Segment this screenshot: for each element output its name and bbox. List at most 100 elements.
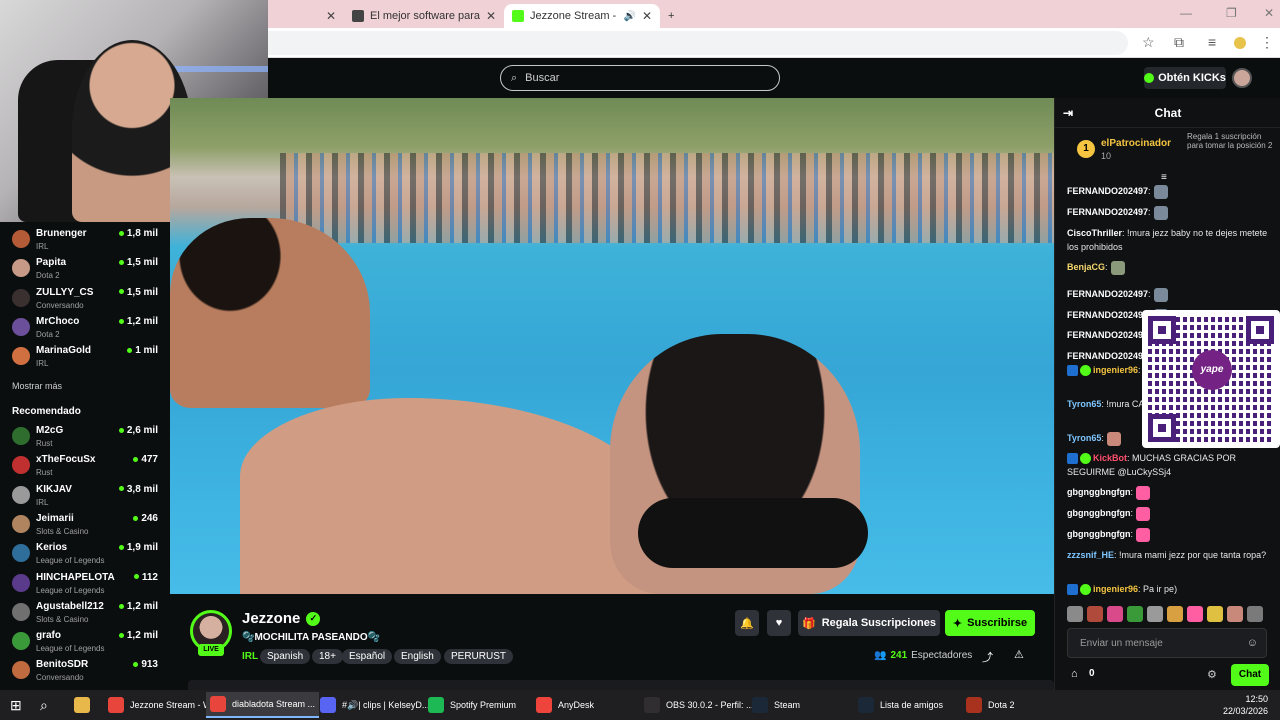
video-player[interactable] bbox=[170, 98, 1054, 594]
profile-icon[interactable] bbox=[1234, 37, 1246, 49]
send-chat-button[interactable]: Chat bbox=[1231, 664, 1269, 686]
channel-item[interactable]: BenitoSDR Conversando 913 bbox=[12, 657, 164, 686]
chat-username[interactable]: zzzsnif_HE bbox=[1067, 550, 1114, 560]
streamer-name[interactable]: Jezzone ✓ bbox=[242, 610, 321, 627]
chat-username[interactable]: FERNANDO20249 bbox=[1067, 351, 1143, 361]
collapse-chat-icon[interactable]: ⇥ bbox=[1063, 106, 1073, 120]
tag-spanish[interactable]: Spanish bbox=[260, 649, 311, 664]
extensions-icon[interactable]: ⧉ bbox=[1174, 34, 1184, 51]
channel-item[interactable]: M2cG Rust 2,6 mil bbox=[12, 423, 164, 452]
channel-item[interactable]: MrChoco Dota 2 1,2 mil bbox=[12, 314, 164, 343]
pin-toggle-icon[interactable]: ≡ bbox=[1161, 172, 1167, 183]
channel-item[interactable]: grafo League of Legends 1,2 mil bbox=[12, 628, 164, 657]
chat-username[interactable]: KickBot bbox=[1093, 453, 1127, 463]
emote-icon[interactable] bbox=[1247, 606, 1263, 622]
taskbar-app[interactable]: OBS 30.0.2 - Perfil: ... bbox=[640, 692, 758, 718]
notification-bell-button[interactable]: 🔔 bbox=[735, 610, 759, 636]
show-more-link[interactable]: Mostrar más bbox=[12, 381, 62, 391]
follow-heart-button[interactable]: ♥ bbox=[767, 610, 791, 636]
chat-username[interactable]: FERNANDO202497 bbox=[1067, 289, 1148, 299]
gift-subs-button[interactable]: 🎁 Regala Suscripciones bbox=[798, 610, 940, 636]
emote-icon[interactable] bbox=[1187, 606, 1203, 622]
taskbar-app[interactable]: AnyDesk bbox=[532, 692, 598, 718]
live-dot-icon bbox=[133, 457, 139, 463]
emoji-icon[interactable]: ☺ bbox=[1247, 637, 1258, 649]
close-tab-icon[interactable]: ✕ bbox=[486, 9, 496, 23]
taskbar-app[interactable]: #🔊| clips | KelseyD... bbox=[316, 692, 433, 718]
channel-item[interactable]: Brunenger IRL 1,8 mil bbox=[12, 226, 164, 255]
taskbar-app[interactable]: Jezzone Stream - W... bbox=[104, 692, 223, 718]
bookmark-star-icon[interactable]: ☆ bbox=[1142, 34, 1155, 51]
restore-icon[interactable]: ❐ bbox=[1226, 6, 1237, 20]
chat-username[interactable]: FERNANDO20249 bbox=[1067, 330, 1143, 340]
tag-18plus[interactable]: 18+ bbox=[312, 649, 343, 664]
channel-item[interactable]: Papita Dota 2 1,5 mil bbox=[12, 255, 164, 284]
points-icon[interactable]: ⌂ bbox=[1071, 668, 1078, 680]
tag-espanol[interactable]: Español bbox=[342, 649, 393, 664]
chat-username[interactable]: Tyron65 bbox=[1067, 433, 1101, 443]
emote-icon[interactable] bbox=[1147, 606, 1163, 622]
chat-title: Chat bbox=[1154, 105, 1182, 120]
chat-username[interactable]: Tyron65 bbox=[1067, 399, 1101, 409]
chat-username[interactable]: gbgnggbngfgn bbox=[1067, 529, 1130, 539]
chat-input[interactable]: Enviar un mensaje ☺ bbox=[1067, 628, 1267, 658]
get-kicks-button[interactable]: Obtén KICKs bbox=[1144, 67, 1226, 89]
chat-username[interactable]: FERNANDO202497 bbox=[1067, 207, 1148, 217]
chat-username[interactable]: BenjaCG bbox=[1067, 262, 1105, 272]
taskbar-app[interactable]: diabladota Stream ... bbox=[206, 692, 320, 718]
browser-tab-active[interactable]: Jezzone Stream - Watch Li 🔊 ✕ bbox=[504, 4, 660, 28]
emote-icon[interactable] bbox=[1127, 606, 1143, 622]
search-button[interactable]: ⌕ bbox=[36, 692, 52, 718]
pinned-username[interactable]: elPatrocinador bbox=[1101, 138, 1171, 149]
emote-icon bbox=[1153, 205, 1168, 220]
chat-username[interactable]: CiscoThriller bbox=[1067, 228, 1122, 238]
browser-tab-1[interactable]: ✕ bbox=[268, 4, 344, 28]
more-menu-icon[interactable]: ⋮ bbox=[1260, 34, 1274, 51]
emote-icon[interactable] bbox=[1087, 606, 1103, 622]
channel-item[interactable]: MarinaGold IRL 1 mil bbox=[12, 343, 164, 372]
chat-username[interactable]: ingenier96 bbox=[1093, 584, 1138, 594]
media-icon[interactable]: ≡ bbox=[1208, 34, 1216, 50]
taskbar-app[interactable]: Steam bbox=[748, 692, 804, 718]
taskbar-app[interactable]: Dota 2 bbox=[962, 692, 1019, 718]
close-window-icon[interactable]: ✕ bbox=[1264, 6, 1274, 20]
channel-item[interactable]: ZULLYY_CS Conversando 1,5 mil bbox=[12, 285, 164, 314]
emote-icon[interactable] bbox=[1227, 606, 1243, 622]
emote-icon[interactable] bbox=[1207, 606, 1223, 622]
close-tab-icon[interactable]: ✕ bbox=[642, 9, 652, 23]
settings-gear-icon[interactable]: ⚙ bbox=[1207, 668, 1217, 681]
chat-username[interactable]: gbgnggbngfgn bbox=[1067, 508, 1130, 518]
channel-item[interactable]: Kerios League of Legends 1,9 mil bbox=[12, 540, 164, 569]
chat-username[interactable]: gbgnggbngfgn bbox=[1067, 487, 1130, 497]
channel-item[interactable]: KIKJAV IRL 3,8 mil bbox=[12, 482, 164, 511]
browser-tab-2[interactable]: El mejor software para potencia ✕ bbox=[344, 4, 504, 28]
close-tab-icon[interactable]: ✕ bbox=[326, 9, 336, 23]
subscribe-button[interactable]: ✦ Suscribirse bbox=[945, 610, 1035, 636]
stream-category[interactable]: IRL bbox=[242, 651, 258, 662]
tag-perurust[interactable]: PERURUST bbox=[444, 649, 514, 664]
search-input[interactable]: ⌕ Buscar bbox=[500, 65, 780, 91]
chat-username[interactable]: FERNANDO202497 bbox=[1067, 186, 1148, 196]
share-icon[interactable]: ⤴ bbox=[982, 649, 993, 665]
channel-item[interactable]: xTheFocuSx Rust 477 bbox=[12, 452, 164, 481]
tag-english[interactable]: English bbox=[394, 649, 441, 664]
minimize-icon[interactable]: — bbox=[1180, 6, 1192, 20]
channel-item[interactable]: Agustabell212 Slots & Casino 1,2 mil bbox=[12, 599, 164, 628]
new-tab-button[interactable]: + bbox=[660, 4, 682, 28]
system-clock[interactable]: 12:50 22/03/2026 bbox=[1223, 693, 1268, 717]
chat-username[interactable]: FERNANDO202497 bbox=[1067, 310, 1148, 320]
url-field[interactable] bbox=[268, 31, 1128, 55]
start-button[interactable]: ⊞ bbox=[6, 692, 26, 718]
channel-item[interactable]: Jeimarii Slots & Casino 246 bbox=[12, 511, 164, 540]
user-avatar[interactable] bbox=[1232, 68, 1252, 88]
emote-icon[interactable] bbox=[1167, 606, 1183, 622]
report-icon[interactable]: ⚠ bbox=[1014, 648, 1024, 661]
taskbar-app[interactable]: Spotify Premium bbox=[424, 692, 520, 718]
emote-icon[interactable] bbox=[1107, 606, 1123, 622]
channel-item[interactable]: HINCHAPELOTA League of Legends 112 bbox=[12, 570, 164, 599]
audio-icon[interactable]: 🔊 bbox=[623, 11, 635, 22]
chat-username[interactable]: ingenier96 bbox=[1093, 365, 1138, 375]
taskbar-app[interactable]: Lista de amigos bbox=[854, 692, 947, 718]
file-explorer-button[interactable] bbox=[70, 692, 94, 718]
emote-icon[interactable] bbox=[1067, 606, 1083, 622]
